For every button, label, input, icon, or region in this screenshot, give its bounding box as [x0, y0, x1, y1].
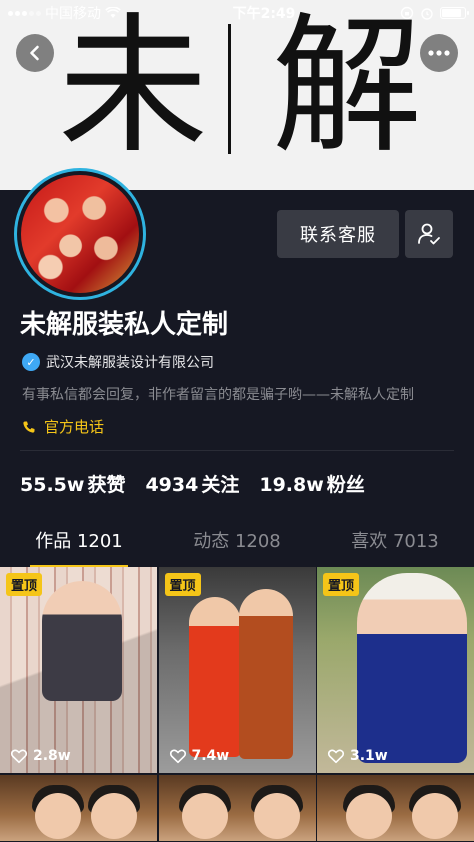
contact-service-button[interactable]: 联系客服: [277, 210, 399, 258]
battery-icon: [440, 7, 469, 19]
pinned-badge: 置顶: [6, 573, 43, 596]
back-button[interactable]: [16, 34, 54, 72]
thumbnail-person: [188, 597, 241, 757]
divider: [20, 450, 454, 451]
video-thumbnail[interactable]: [158, 775, 316, 841]
thumbnail-person: [357, 573, 467, 763]
video-likes: 2.8w: [10, 747, 71, 765]
video-likes-count: 3.1w: [350, 748, 388, 764]
video-likes-count: 7.4w: [191, 748, 230, 764]
thumbnail-person: [238, 589, 293, 759]
video-grid: 置顶 2.8w 置顶 7.4w 置顶 3.1w: [0, 567, 474, 841]
thumbnail-person: [412, 793, 458, 839]
avatar[interactable]: [14, 168, 146, 300]
more-dots-icon: [428, 50, 450, 56]
stat-likes-value: 55.5w: [20, 474, 85, 496]
video-likes: 7.4w: [169, 747, 230, 765]
tab-works[interactable]: 作品 1201: [0, 520, 158, 568]
phone-icon: [23, 421, 35, 433]
follow-button[interactable]: [405, 210, 453, 258]
rotation-lock-icon: [400, 6, 414, 20]
official-phone-link[interactable]: 官方电话: [22, 416, 104, 437]
carrier-label: 中国移动: [45, 6, 101, 22]
video-thumbnail[interactable]: 置顶 3.1w: [317, 567, 474, 773]
thumbnail-person: [91, 793, 137, 839]
profile-stats: 55.5w 获赞 4934 关注 19.8w 粉丝: [20, 470, 365, 497]
banner-divider: [228, 24, 231, 154]
pinned-badge: 置顶: [323, 573, 360, 596]
profile-banner: 未 解: [0, 0, 474, 190]
status-right: [400, 6, 469, 20]
tab-liked[interactable]: 喜欢 7013: [316, 520, 474, 568]
thumbnail-person: [42, 581, 122, 701]
content-tabs: 作品 1201 动态 1208 喜欢 7013: [0, 520, 474, 568]
stat-followers[interactable]: 19.8w 粉丝: [259, 470, 364, 497]
video-thumbnail[interactable]: [0, 775, 157, 841]
user-check-icon: [418, 223, 440, 245]
stat-following[interactable]: 4934 关注: [145, 470, 239, 497]
wifi-icon: [105, 7, 121, 18]
pinned-badge: 置顶: [164, 573, 201, 596]
stat-following-value: 4934: [145, 474, 199, 496]
status-bar: 中国移动 下午2:49: [0, 0, 474, 26]
verified-org-row: ✓ 武汉未解服装设计有限公司: [22, 352, 214, 372]
thumbnail-person: [181, 793, 228, 839]
more-button[interactable]: [420, 34, 458, 72]
thumbnail-person: [253, 793, 300, 839]
avatar-image: [21, 175, 139, 293]
signal-icon: [8, 10, 41, 16]
stat-following-label: 关注: [201, 474, 240, 496]
chevron-left-icon: [30, 45, 39, 61]
thumbnail-person: [35, 793, 81, 839]
video-thumbnail[interactable]: 置顶 2.8w: [0, 567, 157, 773]
banner-char-left: 未: [58, 0, 209, 174]
status-left: 中国移动: [8, 3, 168, 23]
video-likes-count: 2.8w: [33, 748, 71, 764]
heart-icon: [10, 749, 28, 764]
official-phone-label: 官方电话: [44, 418, 105, 436]
stat-followers-label: 粉丝: [326, 474, 365, 496]
thumbnail-person: [346, 793, 392, 839]
profile-name: 未解服装私人定制: [20, 310, 229, 340]
heart-icon: [327, 749, 345, 764]
video-thumbnail[interactable]: 置顶 7.4w: [158, 567, 316, 773]
stat-likes-label: 获赞: [87, 474, 126, 496]
video-thumbnail[interactable]: [317, 775, 474, 841]
tab-activity[interactable]: 动态 1208: [158, 520, 316, 568]
banner-char-right: 解: [272, 0, 423, 174]
alarm-icon: [421, 8, 433, 20]
battery-level: [442, 9, 461, 17]
profile-bio: 有事私信都会回复，非作者留言的都是骗子哟——未解私人定制: [22, 387, 414, 403]
stat-followers-value: 19.8w: [259, 474, 324, 496]
video-likes: 3.1w: [327, 747, 388, 765]
verified-org-name: 武汉未解服装设计有限公司: [46, 355, 214, 371]
status-time: 下午2:49: [232, 6, 296, 22]
heart-icon: [169, 749, 186, 764]
stat-likes[interactable]: 55.5w 获赞: [20, 470, 125, 497]
verified-badge-icon: ✓: [22, 353, 40, 371]
